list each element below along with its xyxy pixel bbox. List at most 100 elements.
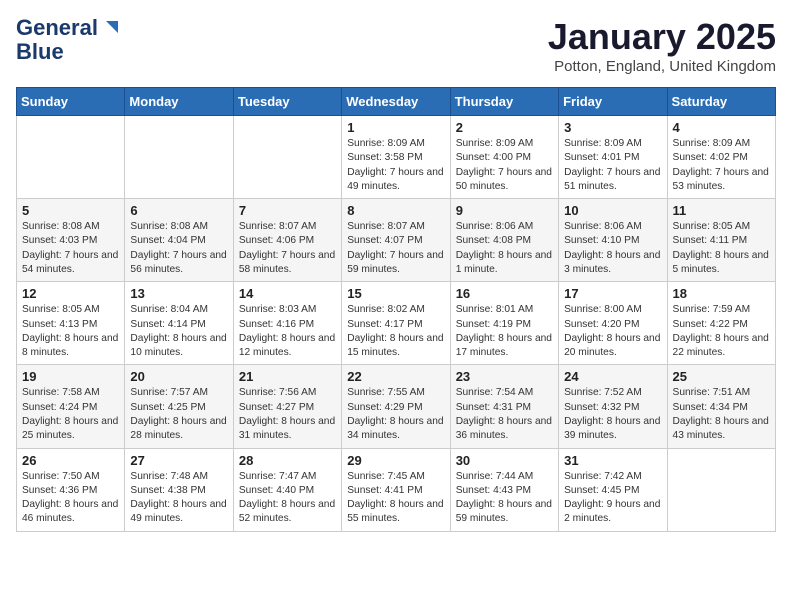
calendar-cell: 1 Sunrise: 8:09 AM Sunset: 3:58 PM Daylig…: [342, 116, 450, 199]
cell-info: Sunrise: 7:54 AM Sunset: 4:31 PM Dayligh…: [456, 386, 553, 443]
week-row-5: 26Sunrise: 7:50 AM Sunset: 4:36 PM Dayli…: [17, 448, 776, 531]
calendar-cell: 3Sunrise: 8:09 AM Sunset: 4:01 PM Daylig…: [559, 116, 667, 199]
day-number: 7: [239, 203, 336, 218]
cell-info: Sunrise: 7:55 AM Sunset: 4:29 PM Dayligh…: [347, 386, 444, 443]
cell-info: Sunrise: 7:57 AM Sunset: 4:25 PM Dayligh…: [130, 386, 227, 443]
calendar-table: SundayMondayTuesdayWednesdayThursdayFrid…: [16, 87, 776, 532]
day-number: 21: [239, 369, 336, 384]
day-number: 8: [347, 203, 444, 218]
cell-info: Sunrise: 7:56 AM Sunset: 4:27 PM Dayligh…: [239, 386, 336, 443]
cell-info: Sunrise: 7:47 AM Sunset: 4:40 PM Dayligh…: [239, 470, 336, 527]
day-number: 19: [22, 369, 119, 384]
week-row-1: 1 Sunrise: 8:09 AM Sunset: 3:58 PM Daylig…: [17, 116, 776, 199]
calendar-cell: 11 Sunrise: 8:05 AM Sunset: 4:11 PM Dayli…: [667, 199, 775, 282]
day-number: 16: [456, 286, 553, 301]
weekday-header-friday: Friday: [559, 88, 667, 116]
calendar-cell: 16 Sunrise: 8:01 AM Sunset: 4:19 PM Dayli…: [450, 282, 558, 365]
title-block: January 2025 Potton, England, United Kin…: [548, 16, 776, 75]
calendar-cell: 6Sunrise: 8:08 AM Sunset: 4:04 PM Daylig…: [125, 199, 233, 282]
cell-info: Sunrise: 8:05 AM Sunset: 4:11 PM Dayligh…: [673, 220, 770, 277]
cell-info: Sunrise: 8:05 AM Sunset: 4:13 PM Dayligh…: [22, 303, 119, 360]
calendar-cell: 22 Sunrise: 7:55 AM Sunset: 4:29 PM Dayli…: [342, 365, 450, 448]
day-number: 28: [239, 453, 336, 468]
logo-blue: Blue: [16, 40, 64, 64]
calendar-cell: [125, 116, 233, 199]
logo-general: General: [16, 16, 98, 40]
day-number: 11: [673, 203, 770, 218]
cell-info: Sunrise: 8:08 AM Sunset: 4:03 PM Dayligh…: [22, 220, 119, 277]
calendar-cell: 18Sunrise: 7:59 AM Sunset: 4:22 PM Dayli…: [667, 282, 775, 365]
cell-info: Sunrise: 7:44 AM Sunset: 4:43 PM Dayligh…: [456, 470, 553, 527]
cell-info: Sunrise: 8:03 AM Sunset: 4:16 PM Dayligh…: [239, 303, 336, 360]
cell-info: Sunrise: 8:01 AM Sunset: 4:19 PM Dayligh…: [456, 303, 553, 360]
day-number: 23: [456, 369, 553, 384]
weekday-header-monday: Monday: [125, 88, 233, 116]
cell-info: Sunrise: 8:07 AM Sunset: 4:07 PM Dayligh…: [347, 220, 444, 277]
calendar-cell: 8 Sunrise: 8:07 AM Sunset: 4:07 PM Daylig…: [342, 199, 450, 282]
day-number: 13: [130, 286, 227, 301]
day-number: 25: [673, 369, 770, 384]
day-number: 24: [564, 369, 661, 384]
calendar-cell: 21 Sunrise: 7:56 AM Sunset: 4:27 PM Dayli…: [233, 365, 341, 448]
logo-icon: [98, 17, 120, 39]
week-row-4: 19 Sunrise: 7:58 AM Sunset: 4:24 PM Dayli…: [17, 365, 776, 448]
calendar-cell: 23 Sunrise: 7:54 AM Sunset: 4:31 PM Dayli…: [450, 365, 558, 448]
day-number: 29: [347, 453, 444, 468]
calendar-cell: 30 Sunrise: 7:44 AM Sunset: 4:43 PM Dayli…: [450, 448, 558, 531]
calendar-cell: 12 Sunrise: 8:05 AM Sunset: 4:13 PM Dayli…: [17, 282, 125, 365]
week-row-3: 12 Sunrise: 8:05 AM Sunset: 4:13 PM Dayli…: [17, 282, 776, 365]
day-number: 5: [22, 203, 119, 218]
cell-info: Sunrise: 8:06 AM Sunset: 4:10 PM Dayligh…: [564, 220, 661, 277]
calendar-cell: 28 Sunrise: 7:47 AM Sunset: 4:40 PM Dayli…: [233, 448, 341, 531]
day-number: 22: [347, 369, 444, 384]
day-number: 20: [130, 369, 227, 384]
cell-info: Sunrise: 8:04 AM Sunset: 4:14 PM Dayligh…: [130, 303, 227, 360]
calendar-cell: 9 Sunrise: 8:06 AM Sunset: 4:08 PM Daylig…: [450, 199, 558, 282]
calendar-cell: 19 Sunrise: 7:58 AM Sunset: 4:24 PM Dayli…: [17, 365, 125, 448]
day-number: 18: [673, 286, 770, 301]
calendar-cell: [17, 116, 125, 199]
weekday-header-saturday: Saturday: [667, 88, 775, 116]
day-number: 12: [22, 286, 119, 301]
calendar-cell: 5 Sunrise: 8:08 AM Sunset: 4:03 PM Daylig…: [17, 199, 125, 282]
calendar-cell: [667, 448, 775, 531]
day-number: 2: [456, 120, 553, 135]
calendar-cell: 17Sunrise: 8:00 AM Sunset: 4:20 PM Dayli…: [559, 282, 667, 365]
calendar-cell: 26Sunrise: 7:50 AM Sunset: 4:36 PM Dayli…: [17, 448, 125, 531]
day-number: 3: [564, 120, 661, 135]
day-number: 4: [673, 120, 770, 135]
calendar-cell: 31Sunrise: 7:42 AM Sunset: 4:45 PM Dayli…: [559, 448, 667, 531]
day-number: 26: [22, 453, 119, 468]
cell-info: Sunrise: 8:02 AM Sunset: 4:17 PM Dayligh…: [347, 303, 444, 360]
day-number: 31: [564, 453, 661, 468]
cell-info: Sunrise: 8:08 AM Sunset: 4:04 PM Dayligh…: [130, 220, 227, 277]
day-number: 1: [347, 120, 444, 135]
cell-info: Sunrise: 8:09 AM Sunset: 4:02 PM Dayligh…: [673, 137, 770, 194]
calendar-cell: 25Sunrise: 7:51 AM Sunset: 4:34 PM Dayli…: [667, 365, 775, 448]
cell-info: Sunrise: 7:45 AM Sunset: 4:41 PM Dayligh…: [347, 470, 444, 527]
cell-info: Sunrise: 7:52 AM Sunset: 4:32 PM Dayligh…: [564, 386, 661, 443]
weekday-header-tuesday: Tuesday: [233, 88, 341, 116]
weekday-header-thursday: Thursday: [450, 88, 558, 116]
weekday-header-sunday: Sunday: [17, 88, 125, 116]
day-number: 14: [239, 286, 336, 301]
calendar-cell: 29 Sunrise: 7:45 AM Sunset: 4:41 PM Dayli…: [342, 448, 450, 531]
calendar-cell: 24 Sunrise: 7:52 AM Sunset: 4:32 PM Dayli…: [559, 365, 667, 448]
page-header: General Blue January 2025 Potton, Englan…: [16, 16, 776, 75]
calendar-cell: 13 Sunrise: 8:04 AM Sunset: 4:14 PM Dayli…: [125, 282, 233, 365]
cell-info: Sunrise: 8:06 AM Sunset: 4:08 PM Dayligh…: [456, 220, 553, 277]
cell-info: Sunrise: 7:48 AM Sunset: 4:38 PM Dayligh…: [130, 470, 227, 527]
cell-info: Sunrise: 8:07 AM Sunset: 4:06 PM Dayligh…: [239, 220, 336, 277]
calendar-header-row: SundayMondayTuesdayWednesdayThursdayFrid…: [17, 88, 776, 116]
day-number: 30: [456, 453, 553, 468]
location: Potton, England, United Kingdom: [548, 58, 776, 75]
weekday-header-wednesday: Wednesday: [342, 88, 450, 116]
month-title: January 2025: [548, 16, 776, 58]
calendar-cell: 20 Sunrise: 7:57 AM Sunset: 4:25 PM Dayli…: [125, 365, 233, 448]
week-row-2: 5 Sunrise: 8:08 AM Sunset: 4:03 PM Daylig…: [17, 199, 776, 282]
cell-info: Sunrise: 8:09 AM Sunset: 3:58 PM Dayligh…: [347, 137, 444, 194]
calendar-cell: [233, 116, 341, 199]
cell-info: Sunrise: 7:58 AM Sunset: 4:24 PM Dayligh…: [22, 386, 119, 443]
calendar-cell: 7 Sunrise: 8:07 AM Sunset: 4:06 PM Daylig…: [233, 199, 341, 282]
day-number: 9: [456, 203, 553, 218]
